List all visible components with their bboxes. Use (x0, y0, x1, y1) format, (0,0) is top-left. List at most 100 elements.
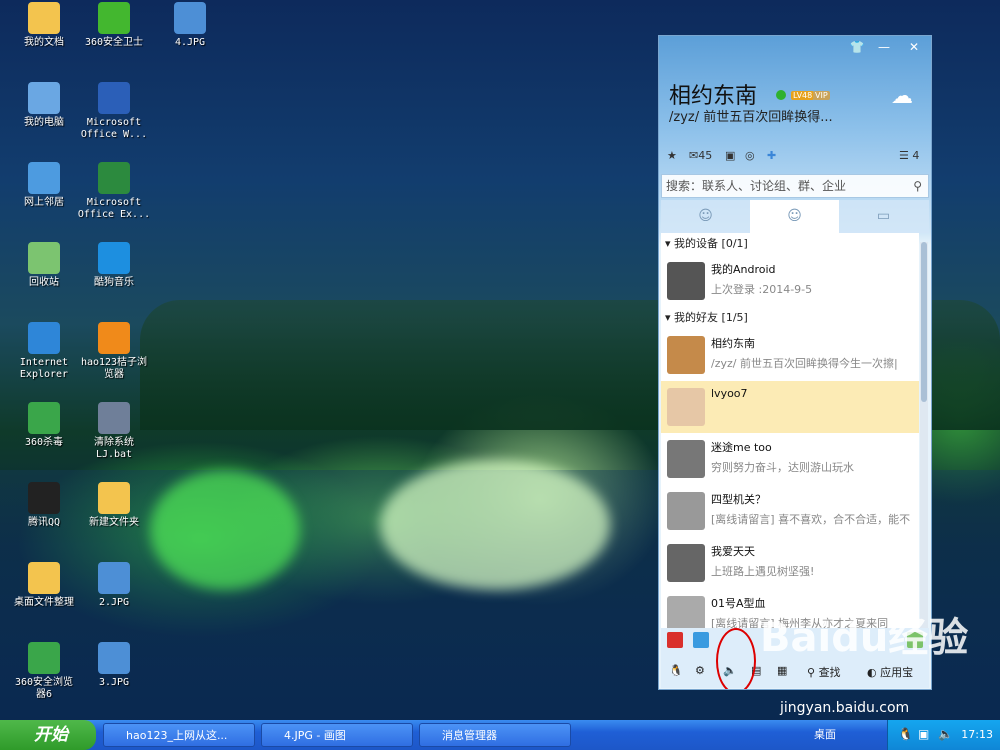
contact-row[interactable]: 我的Android 上次登录 :2014-9-5 (661, 255, 919, 307)
desktop-icon[interactable]: 酷狗音乐 (74, 242, 154, 289)
desktop-icon-label: 清除系统 LJ.bat (94, 437, 134, 460)
desktop-icon[interactable]: hao123桔子浏 览器 (74, 322, 154, 381)
desktop-icon-label: Microsoft Office Ex... (77, 197, 151, 220)
desktop-icon[interactable]: 回收站 (4, 242, 84, 289)
game-icon[interactable] (667, 632, 683, 648)
add-icon[interactable]: ✚ (767, 149, 776, 162)
red-circle-annotation (716, 628, 756, 689)
desktop-icon-label: 3.JPG (98, 677, 130, 688)
desktop-icon-label: 我的文档 (24, 37, 64, 48)
desktop-icon-label: 360安全浏览 器6 (14, 677, 74, 700)
settings-icon[interactable]: ⚙ (695, 664, 705, 677)
desktop-icon-label: 新建文件夹 (89, 517, 139, 528)
weather-icon[interactable]: ☁ (891, 84, 913, 109)
contact-name: lvyoo7 (711, 387, 748, 400)
desktop-icon[interactable]: 新建文件夹 (74, 482, 154, 529)
start-label: 开始 (34, 725, 68, 745)
desktop-icon[interactable]: 360杀毒 (4, 402, 84, 449)
qq-tray-icon[interactable]: 🐧 (898, 727, 913, 741)
group-title: 我的好友 [1/5] (674, 311, 748, 324)
search-input[interactable]: 搜索：联系人、讨论组、群、企业 ⚲ (661, 174, 929, 198)
contact-name: 01号A型血 (711, 597, 766, 610)
tab-messages[interactable]: ▭ (839, 200, 928, 233)
avatar[interactable] (667, 388, 705, 426)
ie-icon (28, 322, 60, 354)
find-button[interactable]: ⚲ 查找 (807, 664, 841, 680)
desktop-icon[interactable]: 4.JPG (150, 2, 230, 49)
group-header[interactable]: ▾ 我的设备 [0/1] (661, 233, 919, 255)
start-button[interactable]: 开始 (0, 720, 96, 750)
desktop-icon[interactable]: 360安全浏览 器6 (4, 642, 84, 701)
360-browser-icon (28, 642, 60, 674)
avatar[interactable] (667, 336, 705, 374)
mail-icon[interactable]: ✉45 (689, 149, 712, 162)
online-status-icon[interactable] (776, 90, 786, 100)
contact-row[interactable]: 四型机关？ [离线请留言] 喜不喜欢，合不合适，能不 (661, 485, 919, 537)
folder-icon (98, 482, 130, 514)
contact-row[interactable]: lvyoo7 (661, 381, 919, 433)
desktop-icon[interactable]: 腾讯QQ (4, 482, 84, 529)
desktop-icon[interactable]: 清除系统 LJ.bat (74, 402, 154, 461)
task-label: 消息管理器 (442, 729, 497, 742)
contact-row[interactable]: 相约东南/zyz/ 前世五百次回眸换得今生一次擦| (661, 329, 919, 381)
desktop-icon[interactable]: Microsoft Office W... (74, 82, 154, 141)
desktop-icon[interactable]: 3.JPG (74, 642, 154, 689)
avatar[interactable] (667, 262, 705, 300)
cloud-icon[interactable] (693, 632, 709, 648)
desktop-icon[interactable]: Internet Explorer (4, 322, 84, 381)
qq-signature[interactable]: /zyz/ 前世五百次回眸换得... (669, 106, 833, 125)
desktop-icon[interactable]: 网上邻居 (4, 162, 84, 209)
search-icon[interactable]: ⚲ (913, 175, 922, 197)
desktop-toolbar-label[interactable]: 桌面 (814, 720, 836, 750)
music-icon[interactable]: ◎ (745, 149, 755, 162)
bat-file-icon (98, 402, 130, 434)
orange-browser-icon (98, 322, 130, 354)
taskbar-item-message-manager[interactable]: 消息管理器 (419, 723, 571, 747)
taskbar-item-paint[interactable]: 4.JPG - 画图 (261, 723, 413, 747)
desktop-icon[interactable]: 桌面文件整理 (4, 562, 84, 609)
desktop-icon[interactable]: 我的电脑 (4, 82, 84, 129)
contact-row[interactable]: 迷途me too 穷则努力奋斗，达则游山玩水 (661, 433, 919, 485)
message-count: 4 (912, 149, 920, 162)
qzone-icon[interactable]: ★ (667, 149, 677, 162)
vip-badge: VIP (813, 91, 830, 100)
jpg-file-icon (174, 2, 206, 34)
network-tray-icon[interactable]: ▣ (918, 727, 929, 741)
tab-sessions[interactable]: ☺ (661, 200, 750, 233)
qq-menu-icon[interactable]: 🐧 (669, 664, 683, 677)
system-tray: 🐧 ▣ 🔈 17:13 (887, 720, 1000, 750)
avatar[interactable] (667, 596, 705, 628)
tab-contacts[interactable]: ☺ (750, 200, 839, 233)
desktop-icon[interactable]: 360安全卫士 (74, 2, 154, 49)
recycle-bin-icon (28, 242, 60, 274)
close-button[interactable]: ✕ (901, 38, 927, 56)
wallet-icon[interactable]: ▣ (725, 149, 735, 162)
desktop-icon-label: 360杀毒 (24, 437, 64, 448)
message-manager-icon[interactable]: ▦ (777, 664, 787, 677)
expand-arrow-icon: ▾ (665, 311, 675, 324)
taskbar-item-hao123[interactable]: hao123_上网从这... (103, 723, 255, 747)
volume-tray-icon[interactable]: 🔈 (938, 727, 953, 741)
avatar[interactable] (667, 544, 705, 582)
desktop-icon[interactable]: 我的文档 (4, 2, 84, 49)
group-header[interactable]: ▾ 我的好友 [1/5] (661, 307, 919, 329)
word-icon (98, 82, 130, 114)
jpg-file-icon (98, 642, 130, 674)
clock[interactable]: 17:13 (961, 720, 993, 750)
contact-status: [离线请留言] 喜不喜欢，合不合适，能不 (711, 513, 911, 526)
contact-tabs: ☺ ☺ ▭ (661, 200, 929, 233)
scrollbar-thumb[interactable] (921, 242, 927, 402)
minimize-button[interactable]: — (871, 38, 897, 56)
search-placeholder: 搜索：联系人、讨论组、群、企业 (666, 179, 847, 193)
desktop-icon[interactable]: 2.JPG (74, 562, 154, 609)
excel-icon (98, 162, 130, 194)
desktop-icon[interactable]: Microsoft Office Ex... (74, 162, 154, 221)
app-store-button[interactable]: ◐ 应用宝 (867, 664, 913, 680)
computer-icon (28, 82, 60, 114)
avatar[interactable] (667, 492, 705, 530)
contact-row[interactable]: 我爱天天 上班路上遇见树坚强! (661, 537, 919, 589)
skin-icon[interactable]: 👕 (844, 38, 870, 56)
message-box-icon[interactable]: ☰ 4 (899, 149, 919, 162)
avatar[interactable] (667, 440, 705, 478)
antivirus-icon (28, 402, 60, 434)
